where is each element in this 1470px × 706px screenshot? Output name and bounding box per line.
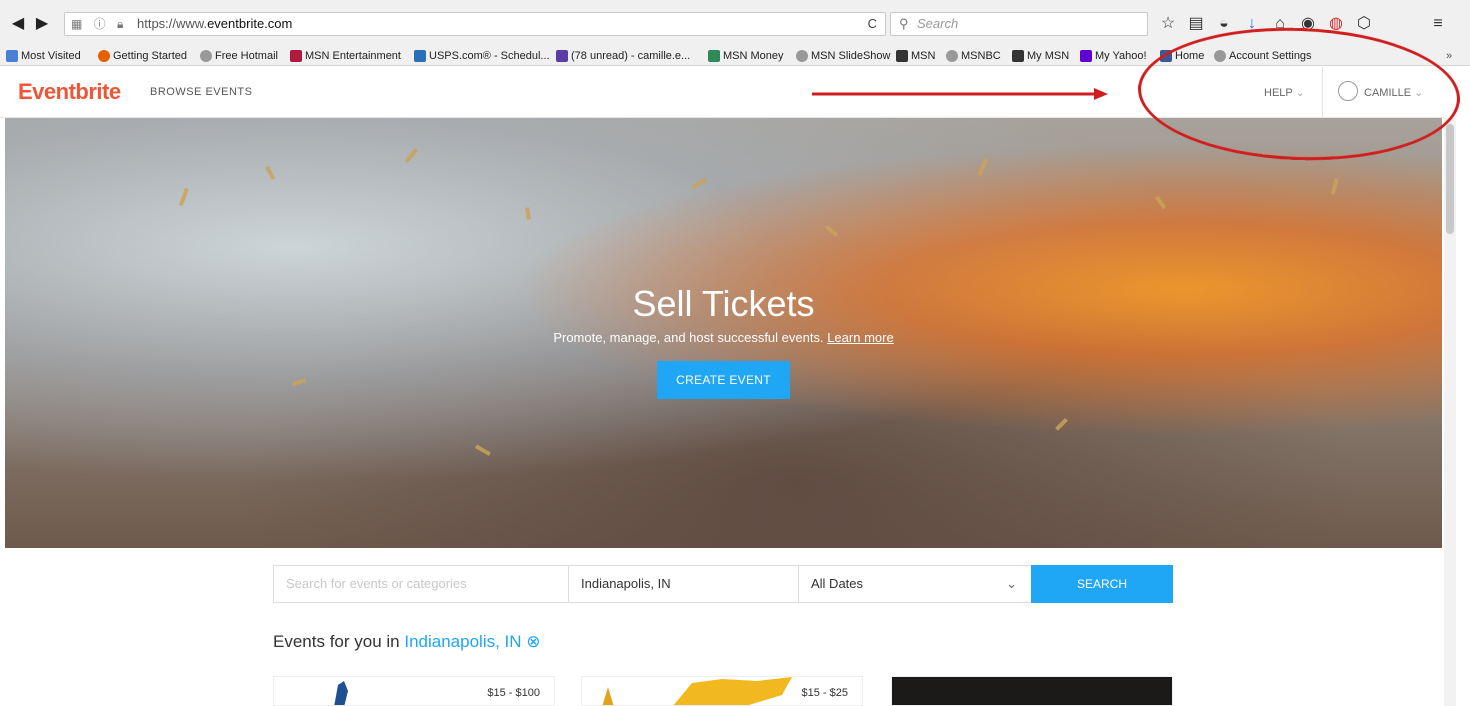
- event-card[interactable]: $15 - $100: [273, 676, 555, 706]
- site-info-icon[interactable]: ▦ ⓘ 🔒︎: [71, 13, 127, 35]
- bookmark-label: MSNBC: [961, 50, 1001, 62]
- bookmark-my-yahoo[interactable]: My Yahoo!: [1080, 46, 1147, 65]
- chevron-down-icon: ⌄: [1006, 576, 1017, 591]
- bookmark-my-msn[interactable]: My MSN: [1012, 46, 1070, 65]
- bookmark-star-icon[interactable]: ☆: [1158, 14, 1178, 34]
- usps-icon: [414, 50, 426, 62]
- menu-icon[interactable]: ≡: [1428, 14, 1448, 34]
- bookmark-msn[interactable]: MSN: [896, 46, 936, 65]
- event-image: [602, 677, 792, 705]
- bookmark-label: Most Visited: [21, 50, 81, 62]
- bookmark-getting-started[interactable]: Getting Started: [98, 46, 187, 65]
- bookmark-label: My Yahoo!: [1095, 50, 1147, 62]
- event-search-form: Search for events or categories Indianap…: [273, 565, 1173, 603]
- bookmark-usps[interactable]: USPS.com® - Schedul...: [414, 46, 550, 65]
- learn-more-link[interactable]: Learn more: [827, 330, 893, 345]
- event-price: $15 - $25: [801, 687, 848, 699]
- hero-banner: Sell Tickets Promote, manage, and host s…: [5, 118, 1442, 548]
- event-price: $15 - $100: [487, 687, 540, 699]
- hero-subtitle: Promote, manage, and host successful eve…: [5, 330, 1442, 345]
- url-domain: eventbrite.com: [207, 16, 293, 31]
- bookmark-icon: [6, 50, 18, 62]
- bookmark-unread-mail[interactable]: (78 unread) - camille.e...: [556, 46, 691, 65]
- scrollbar-thumb[interactable]: [1446, 124, 1454, 234]
- bookmark-label: Getting Started: [113, 50, 187, 62]
- event-search-input[interactable]: Search for events or categories: [273, 565, 569, 603]
- forward-icon[interactable]: ▶: [32, 14, 52, 34]
- events-heading: Events for you in Indianapolis, IN ⊗: [273, 632, 541, 652]
- page-scrollbar[interactable]: [1444, 118, 1456, 706]
- eventbrite-logo[interactable]: Eventbrite: [18, 79, 121, 105]
- date-select[interactable]: All Dates ⌄: [798, 565, 1032, 603]
- event-card[interactable]: $15 - $25: [581, 676, 863, 706]
- bookmark-label: MSN Money: [723, 50, 784, 62]
- bookmark-label: My MSN: [1027, 50, 1070, 62]
- browser-search-placeholder: Search: [917, 16, 959, 31]
- bookmark-label: MSN SlideShow: [811, 50, 891, 62]
- bookmarks-overflow-icon[interactable]: »: [1446, 46, 1452, 65]
- bookmark-msn-slideshow[interactable]: MSN SlideShow: [796, 46, 891, 65]
- hero-subtitle-text: Promote, manage, and host successful eve…: [553, 330, 824, 345]
- msn-icon: [708, 50, 720, 62]
- firefox-icon: [98, 50, 110, 62]
- back-icon[interactable]: ◀: [8, 14, 28, 34]
- clear-city-icon[interactable]: ⊗: [526, 632, 540, 651]
- bookmarks-list-icon[interactable]: ▤: [1186, 14, 1206, 34]
- bookmark-msn-entertainment[interactable]: MSN Entertainment: [290, 46, 401, 65]
- address-bar[interactable]: ▦ ⓘ 🔒︎ https://www.eventbrite.com C: [64, 12, 886, 36]
- event-image: [334, 681, 348, 705]
- events-heading-text: Events for you in: [273, 632, 400, 651]
- location-input[interactable]: Indianapolis, IN: [568, 565, 799, 603]
- globe-icon: [946, 50, 958, 62]
- addon-icon[interactable]: ⬡: [1354, 14, 1374, 34]
- annotation-arrow: [812, 88, 1108, 100]
- event-card[interactable]: [891, 676, 1173, 706]
- bookmark-label: USPS.com® - Schedul...: [429, 50, 550, 62]
- msn-icon: [290, 50, 302, 62]
- browse-events-link[interactable]: BROWSE EVENTS: [150, 86, 252, 98]
- bookmark-msnbc[interactable]: MSNBC: [946, 46, 1001, 65]
- events-city-link[interactable]: Indianapolis, IN: [404, 632, 521, 651]
- bookmark-most-visited[interactable]: Most Visited: [6, 46, 81, 65]
- bookmark-free-hotmail[interactable]: Free Hotmail: [200, 46, 278, 65]
- bookmark-msn-money[interactable]: MSN Money: [708, 46, 784, 65]
- search-icon: ⚲: [899, 16, 909, 31]
- yahoo-icon: [1080, 50, 1092, 62]
- mail-icon: [556, 50, 568, 62]
- bookmark-label: Free Hotmail: [215, 50, 278, 62]
- browser-search-input[interactable]: ⚲ Search: [890, 12, 1148, 36]
- search-button[interactable]: SEARCH: [1031, 565, 1173, 603]
- reload-icon[interactable]: C: [868, 13, 877, 35]
- date-select-value: All Dates: [811, 576, 864, 591]
- hero-title: Sell Tickets: [632, 283, 815, 324]
- create-event-button[interactable]: CREATE EVENT: [657, 361, 790, 399]
- globe-icon: [796, 50, 808, 62]
- globe-icon: [200, 50, 212, 62]
- msn-icon: [896, 50, 908, 62]
- bookmark-label: MSN Entertainment: [305, 50, 401, 62]
- bookmark-label: MSN: [911, 50, 936, 62]
- msn-icon: [1012, 50, 1024, 62]
- bookmark-label: (78 unread) - camille.e...: [571, 50, 691, 62]
- url-prefix: https://www.: [137, 16, 208, 31]
